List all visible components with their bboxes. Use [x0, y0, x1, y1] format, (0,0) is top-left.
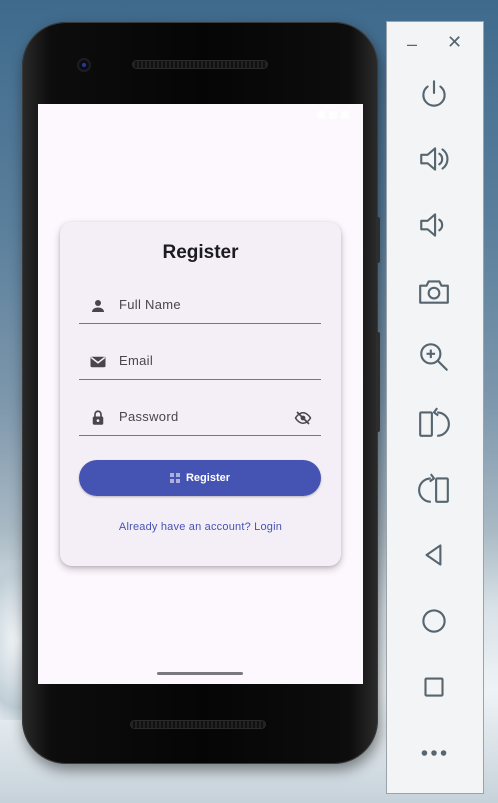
- password-field[interactable]: [79, 396, 321, 436]
- wifi-icon: [317, 111, 325, 119]
- battery-icon: [341, 111, 349, 119]
- more-icon: [421, 750, 447, 756]
- login-link[interactable]: Already have an account? Login: [60, 521, 341, 533]
- signal-icon: [329, 111, 337, 119]
- password-input[interactable]: [119, 404, 279, 428]
- register-button-label: Register: [185, 472, 231, 484]
- emulator-toolbar: – ✕: [386, 21, 484, 794]
- back-icon: [425, 544, 442, 566]
- rotate-right-icon: [418, 473, 449, 503]
- back-button[interactable]: [416, 537, 452, 573]
- zoom-in-icon: [420, 343, 448, 371]
- phone-volume-button: [376, 332, 380, 432]
- top-speaker: [132, 60, 268, 69]
- visibility-off-icon[interactable]: [293, 409, 313, 427]
- volume-down-button[interactable]: [416, 207, 452, 243]
- close-button[interactable]: ✕: [447, 32, 462, 53]
- volume-up-button[interactable]: [416, 141, 452, 177]
- zoom-button[interactable]: [416, 339, 452, 375]
- home-button[interactable]: [416, 603, 452, 639]
- volume-up-icon: [420, 147, 449, 171]
- email-input[interactable]: [119, 348, 279, 372]
- front-camera: [77, 58, 91, 72]
- full-name-input[interactable]: [119, 292, 279, 316]
- home-icon: [422, 609, 446, 633]
- phone-screen: Register Full Name Email Register Alread…: [38, 104, 363, 684]
- rotate-left-icon: [419, 407, 450, 437]
- register-card: Register Full Name Email Register Alread…: [60, 222, 341, 566]
- email-field[interactable]: [79, 340, 321, 380]
- lock-icon: [92, 410, 104, 425]
- email-icon: [90, 356, 106, 368]
- toolbar-window-controls: – ✕: [387, 32, 483, 58]
- power-icon: [422, 80, 446, 107]
- gesture-home-bar[interactable]: [157, 672, 243, 675]
- volume-down-icon: [420, 213, 444, 237]
- overview-icon: [424, 677, 444, 697]
- rotate-left-button[interactable]: [416, 405, 452, 441]
- power-button[interactable]: [416, 76, 452, 112]
- register-button-icon: [169, 473, 180, 483]
- bottom-speaker: [130, 720, 266, 729]
- rotate-right-button[interactable]: [416, 471, 452, 507]
- full-name-field[interactable]: [79, 284, 321, 324]
- more-button[interactable]: [416, 735, 452, 771]
- phone-power-button: [376, 217, 380, 263]
- register-button[interactable]: Register: [79, 460, 321, 496]
- minimize-button[interactable]: –: [407, 34, 417, 55]
- status-icons: [317, 111, 349, 119]
- status-bar: [38, 104, 363, 126]
- page-title: Register: [162, 242, 239, 263]
- overview-button[interactable]: [416, 669, 452, 705]
- phone-frame: Register Full Name Email Register Alread…: [22, 22, 380, 764]
- screenshot-button[interactable]: [416, 274, 452, 310]
- person-icon: [92, 300, 104, 312]
- camera-icon: [419, 280, 449, 304]
